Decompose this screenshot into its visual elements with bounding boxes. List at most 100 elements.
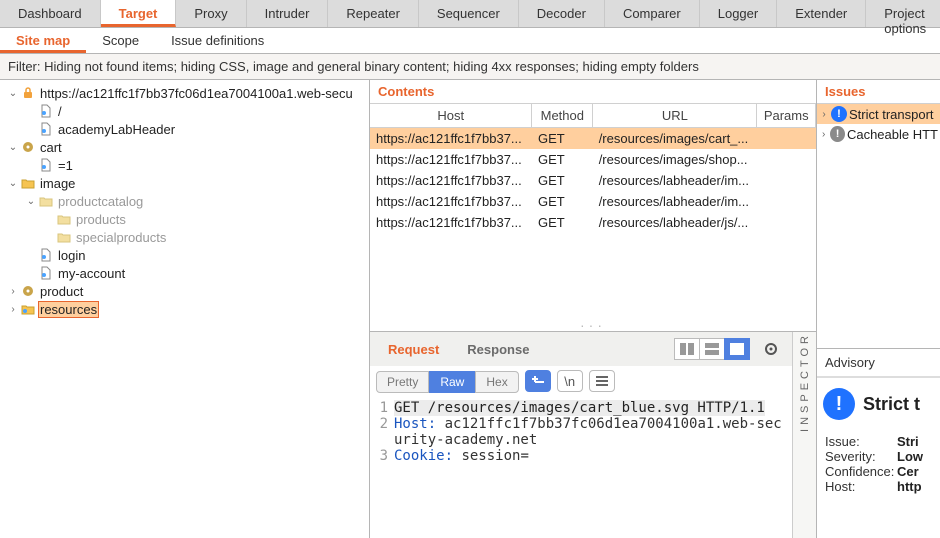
tree-toggle-icon[interactable]: › — [8, 286, 18, 297]
issue-toggle-icon[interactable]: › — [819, 109, 829, 120]
sub-tab-site-map[interactable]: Site map — [0, 28, 86, 53]
http-line[interactable]: Cookie: session= — [394, 448, 529, 464]
column-header-url[interactable]: URL — [593, 104, 757, 128]
tree-row[interactable]: =1 — [0, 156, 369, 174]
inspector-label: INSPECTOR — [799, 332, 811, 442]
http-line[interactable]: Host: ac121ffc1f7bb37fc06d1ea7004100a1.w… — [394, 416, 786, 448]
table-row[interactable]: https://ac121ffc1f7bb37...GET/resources/… — [370, 170, 816, 191]
tree-row[interactable]: ›product — [0, 282, 369, 300]
file-icon — [38, 121, 54, 137]
sitemap-tree[interactable]: ⌄https://ac121ffc1f7bb37fc06d1ea7004100a… — [0, 80, 370, 538]
filter-bar[interactable]: Filter: Hiding not found items; hiding C… — [0, 54, 940, 80]
main-tab-decoder[interactable]: Decoder — [519, 0, 605, 27]
tree-toggle-icon[interactable]: ⌄ — [8, 178, 18, 189]
gear-icon — [20, 283, 36, 299]
tree-toggle-icon[interactable]: ⌄ — [8, 142, 18, 153]
tree-row[interactable]: ›resources — [0, 300, 369, 318]
table-row[interactable]: https://ac121ffc1f7bb37...GET/resources/… — [370, 128, 816, 150]
main-tab-logger[interactable]: Logger — [700, 0, 777, 27]
column-header-host[interactable]: Host — [370, 104, 532, 128]
issues-title: Issues — [817, 80, 940, 104]
main-tab-target[interactable]: Target — [101, 0, 177, 27]
tree-toggle-icon[interactable]: › — [8, 304, 18, 315]
panel-settings-icon[interactable] — [758, 338, 784, 360]
sub-tab-issue-definitions[interactable]: Issue definitions — [155, 28, 280, 53]
cell-params — [757, 212, 816, 233]
advisory-panel: Advisory ! Strict t Issue:StriSeverity:L… — [817, 348, 940, 538]
layout-single-button[interactable] — [724, 338, 750, 360]
column-header-params[interactable]: Params — [757, 104, 816, 128]
tree-row[interactable]: login — [0, 246, 369, 264]
advisory-title: Strict t — [863, 394, 920, 415]
cell-method: GET — [532, 212, 593, 233]
main-tab-sequencer[interactable]: Sequencer — [419, 0, 519, 27]
folder-grey-icon — [56, 229, 72, 245]
issues-pane: Issues ›!Strict transport›!Cacheable HTT… — [816, 80, 940, 538]
layout-rows-button[interactable] — [699, 338, 725, 360]
issue-severity-icon: ! — [830, 126, 845, 142]
main-tab-intruder[interactable]: Intruder — [247, 0, 329, 27]
http-line[interactable]: GET /resources/images/cart_blue.svg HTTP… — [394, 400, 765, 416]
http-message-view[interactable]: 1GET /resources/images/cart_blue.svg HTT… — [370, 396, 792, 538]
tree-row[interactable]: ⌄productcatalog — [0, 192, 369, 210]
main-tab-comparer[interactable]: Comparer — [605, 0, 700, 27]
contents-panel: Contents HostMethodURLParams https://ac1… — [370, 80, 816, 332]
cell-host: https://ac121ffc1f7bb37... — [370, 191, 532, 212]
table-row[interactable]: https://ac121ffc1f7bb37...GET/resources/… — [370, 212, 816, 233]
contents-table[interactable]: HostMethodURLParams https://ac121ffc1f7b… — [370, 104, 816, 233]
issues-list[interactable]: ›!Strict transport›!Cacheable HTT — [817, 104, 940, 144]
advisory-tab[interactable]: Advisory — [817, 349, 940, 378]
table-row[interactable]: https://ac121ffc1f7bb37...GET/resources/… — [370, 149, 816, 170]
advisory-key: Severity: — [825, 449, 897, 464]
main-tab-proxy[interactable]: Proxy — [176, 0, 246, 27]
cell-host: https://ac121ffc1f7bb37... — [370, 212, 532, 233]
tree-row[interactable]: ⌄cart — [0, 138, 369, 156]
tree-row[interactable]: products — [0, 210, 369, 228]
tree-label: academyLabHeader — [56, 122, 177, 137]
reqres-tab-response[interactable]: Response — [453, 336, 543, 363]
folder-grey-icon — [38, 193, 54, 209]
actions-button[interactable] — [525, 370, 551, 392]
advisory-details: Issue:StriSeverity:LowConfidence:CerHost… — [817, 430, 940, 498]
cell-params — [757, 191, 816, 212]
main-tab-project-options[interactable]: Project options — [866, 0, 940, 27]
tree-toggle-icon[interactable]: ⌄ — [26, 196, 36, 207]
advisory-key: Confidence: — [825, 464, 897, 479]
cell-url: /resources/labheader/js/... — [593, 212, 757, 233]
tree-toggle-icon[interactable]: ⌄ — [8, 88, 18, 99]
tree-row[interactable]: my-account — [0, 264, 369, 282]
column-header-method[interactable]: Method — [532, 104, 593, 128]
tree-row[interactable]: ⌄https://ac121ffc1f7bb37fc06d1ea7004100a… — [0, 84, 369, 102]
main-tab-repeater[interactable]: Repeater — [328, 0, 418, 27]
tree-label: specialproducts — [74, 230, 168, 245]
sub-tab-scope[interactable]: Scope — [86, 28, 155, 53]
cell-host: https://ac121ffc1f7bb37... — [370, 170, 532, 191]
inspector-rail[interactable]: INSPECTOR — [792, 332, 816, 538]
format-pretty-button[interactable]: Pretty — [376, 371, 429, 393]
table-row[interactable]: https://ac121ffc1f7bb37...GET/resources/… — [370, 191, 816, 212]
tree-row[interactable]: / — [0, 102, 369, 120]
tree-row[interactable]: specialproducts — [0, 228, 369, 246]
layout-columns-button[interactable] — [674, 338, 700, 360]
hamburger-menu-icon[interactable] — [589, 370, 615, 392]
cell-params — [757, 170, 816, 191]
issue-label: Cacheable HTT — [847, 127, 938, 142]
gear-icon — [20, 139, 36, 155]
advisory-value: Stri — [897, 434, 932, 449]
file-icon — [38, 103, 54, 119]
format-hex-button[interactable]: Hex — [475, 371, 518, 393]
format-raw-button[interactable]: Raw — [429, 371, 475, 393]
tree-row[interactable]: ⌄image — [0, 174, 369, 192]
issue-row[interactable]: ›!Cacheable HTT — [817, 124, 940, 144]
newline-toggle[interactable]: \n — [557, 370, 583, 392]
horizontal-splitter[interactable]: ··· — [370, 317, 816, 331]
tree-label: my-account — [56, 266, 127, 281]
issue-toggle-icon[interactable]: › — [819, 129, 828, 140]
issue-severity-icon: ! — [831, 106, 847, 122]
main-tab-extender[interactable]: Extender — [777, 0, 866, 27]
gutter-linenum: 2 — [376, 416, 394, 448]
reqres-tab-request[interactable]: Request — [374, 336, 453, 363]
main-tab-dashboard[interactable]: Dashboard — [0, 0, 101, 27]
tree-row[interactable]: academyLabHeader — [0, 120, 369, 138]
issue-row[interactable]: ›!Strict transport — [817, 104, 940, 124]
